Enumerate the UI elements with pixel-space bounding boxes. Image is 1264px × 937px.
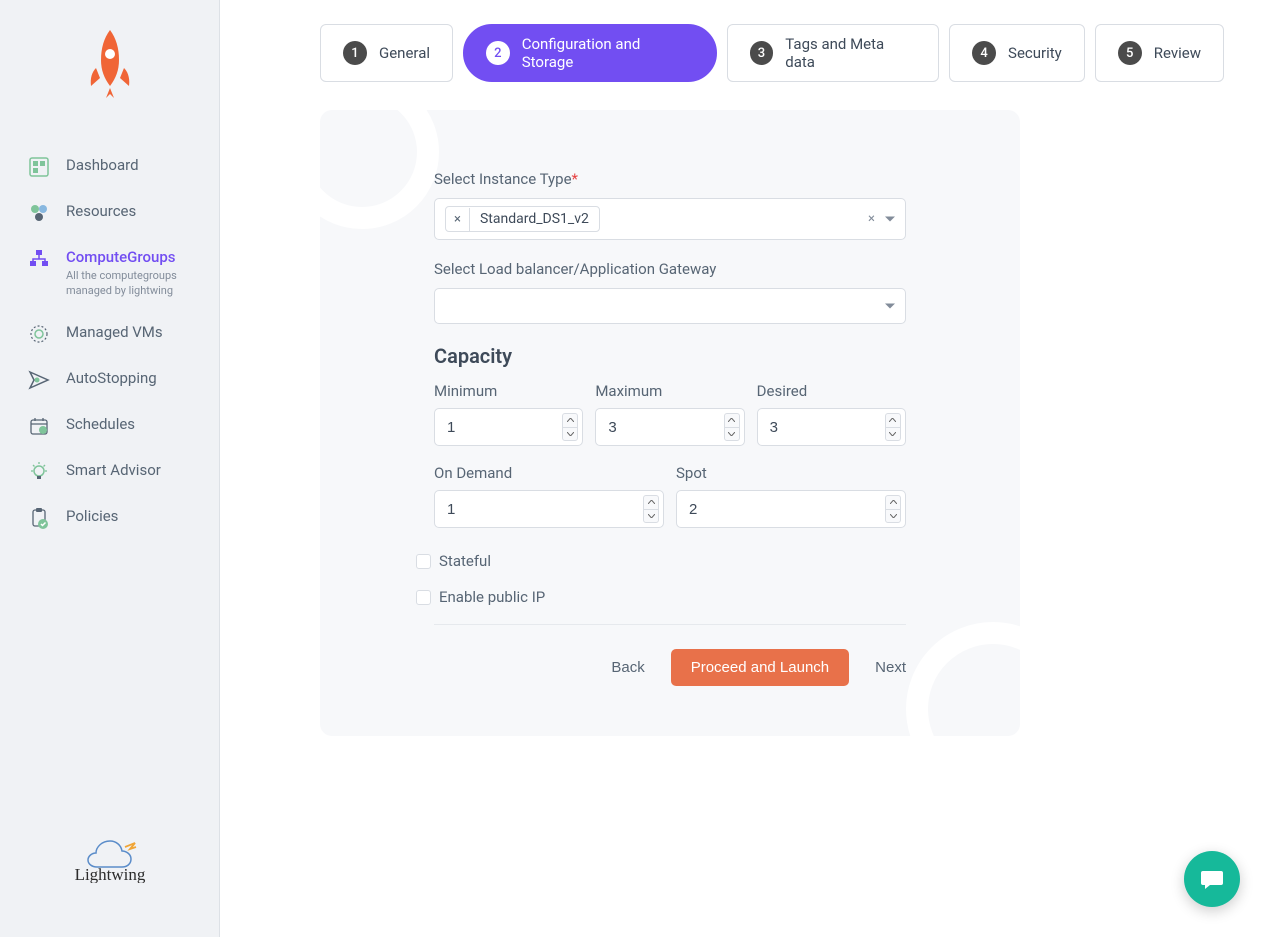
resources-icon: [28, 202, 50, 224]
sidebar-item-schedules[interactable]: Schedules: [28, 403, 203, 449]
maximum-label: Maximum: [595, 382, 744, 400]
step-down-icon[interactable]: [562, 427, 578, 442]
sidebar-item-label: Managed VMs: [66, 323, 163, 341]
managedvms-icon: [28, 323, 50, 345]
step-label: Tags and Meta data: [785, 35, 916, 71]
step-up-icon[interactable]: [562, 413, 578, 427]
proceed-launch-button[interactable]: Proceed and Launch: [671, 649, 849, 686]
smartadvisor-icon: [28, 461, 50, 483]
divider: [434, 624, 906, 625]
step-number: 5: [1118, 41, 1142, 65]
autostopping-icon: [28, 369, 50, 391]
sidebar-item-label: Resources: [66, 202, 136, 220]
step-tags[interactable]: 3 Tags and Meta data: [727, 24, 939, 82]
publicip-checkbox[interactable]: [416, 590, 431, 605]
instance-type-chip: × Standard_DS1_v2: [445, 206, 600, 232]
step-up-icon[interactable]: [643, 495, 659, 509]
capacity-title: Capacity: [434, 344, 906, 368]
maximum-field[interactable]: [608, 419, 717, 436]
minimum-label: Minimum: [434, 382, 583, 400]
publicip-label: Enable public IP: [439, 588, 545, 606]
step-security[interactable]: 4 Security: [949, 24, 1085, 82]
lightwing-logo-icon: Lightwing: [50, 833, 170, 883]
step-number: 4: [972, 41, 996, 65]
sidebar-item-label: AutoStopping: [66, 369, 157, 387]
desired-input[interactable]: [757, 408, 906, 446]
chat-launcher[interactable]: [1184, 851, 1240, 907]
spot-label: Spot: [676, 464, 906, 482]
step-down-icon[interactable]: [885, 509, 901, 524]
config-form-card: Select Instance Type* × Standard_DS1_v2 …: [320, 110, 1020, 736]
desired-label: Desired: [757, 382, 906, 400]
step-label: General: [379, 44, 430, 62]
sidebar-item-dashboard[interactable]: Dashboard: [28, 144, 203, 190]
instance-type-select[interactable]: × Standard_DS1_v2 ×: [434, 198, 906, 240]
clear-icon[interactable]: ×: [868, 212, 875, 227]
sidebar: Dashboard Resources ComputeGroups All th…: [0, 0, 220, 937]
step-label: Configuration and Storage: [522, 35, 694, 71]
dashboard-icon: [28, 156, 50, 178]
sidebar-item-label: ComputeGroups: [66, 248, 196, 266]
computegroups-icon: [28, 248, 50, 270]
sidebar-item-smartadvisor[interactable]: Smart Advisor: [28, 449, 203, 495]
lb-select[interactable]: [434, 288, 906, 324]
chevron-down-icon[interactable]: [885, 217, 895, 222]
sidebar-item-label: Schedules: [66, 415, 135, 433]
sidebar-item-label: Smart Advisor: [66, 461, 161, 479]
spot-input[interactable]: [676, 490, 906, 528]
step-down-icon[interactable]: [885, 427, 901, 442]
step-number: 2: [486, 41, 510, 65]
sidebar-item-desc: All the computegroups managed by lightwi…: [66, 268, 196, 299]
svg-text:Lightwing: Lightwing: [74, 865, 145, 883]
step-general[interactable]: 1 General: [320, 24, 453, 82]
back-button[interactable]: Back: [611, 659, 644, 676]
schedules-icon: [28, 415, 50, 437]
step-down-icon[interactable]: [724, 427, 740, 442]
sidebar-item-resources[interactable]: Resources: [28, 190, 203, 236]
step-number: 3: [750, 41, 774, 65]
stateful-checkbox[interactable]: [416, 554, 431, 569]
instance-type-label: Select Instance Type*: [434, 170, 906, 188]
sidebar-item-computegroups[interactable]: ComputeGroups All the computegroups mana…: [28, 236, 203, 311]
ondemand-field[interactable]: [447, 501, 637, 518]
step-up-icon[interactable]: [724, 413, 740, 427]
step-tabs: 1 General 2 Configuration and Storage 3 …: [320, 24, 1224, 82]
step-up-icon[interactable]: [885, 495, 901, 509]
step-number: 1: [343, 41, 367, 65]
step-down-icon[interactable]: [643, 509, 659, 524]
step-configuration[interactable]: 2 Configuration and Storage: [463, 24, 717, 82]
next-button[interactable]: Next: [875, 659, 906, 676]
minimum-field[interactable]: [447, 419, 556, 436]
step-label: Security: [1008, 44, 1062, 62]
rocket-icon: [86, 30, 134, 100]
chevron-down-icon[interactable]: [885, 304, 895, 309]
maximum-input[interactable]: [595, 408, 744, 446]
lb-label: Select Load balancer/Application Gateway: [434, 260, 906, 278]
sidebar-item-label: Dashboard: [66, 156, 139, 174]
spot-field[interactable]: [689, 501, 879, 518]
policies-icon: [28, 507, 50, 529]
step-up-icon[interactable]: [885, 413, 901, 427]
minimum-input[interactable]: [434, 408, 583, 446]
sidebar-nav: Dashboard Resources ComputeGroups All th…: [0, 144, 219, 813]
sidebar-item-policies[interactable]: Policies: [28, 495, 203, 541]
stateful-label: Stateful: [439, 552, 491, 570]
chip-remove-icon[interactable]: ×: [446, 208, 470, 231]
ondemand-input[interactable]: [434, 490, 664, 528]
chat-icon: [1198, 865, 1226, 893]
brand-logo: Lightwing: [0, 813, 219, 907]
sidebar-item-managedvms[interactable]: Managed VMs: [28, 311, 203, 357]
main-content: 1 General 2 Configuration and Storage 3 …: [220, 0, 1264, 937]
sidebar-item-label: Policies: [66, 507, 118, 525]
desired-field[interactable]: [770, 419, 879, 436]
ondemand-label: On Demand: [434, 464, 664, 482]
step-review[interactable]: 5 Review: [1095, 24, 1224, 82]
sidebar-item-autostopping[interactable]: AutoStopping: [28, 357, 203, 403]
logo-rocket: [0, 30, 219, 104]
step-label: Review: [1154, 44, 1201, 62]
chip-label: Standard_DS1_v2: [470, 207, 599, 231]
